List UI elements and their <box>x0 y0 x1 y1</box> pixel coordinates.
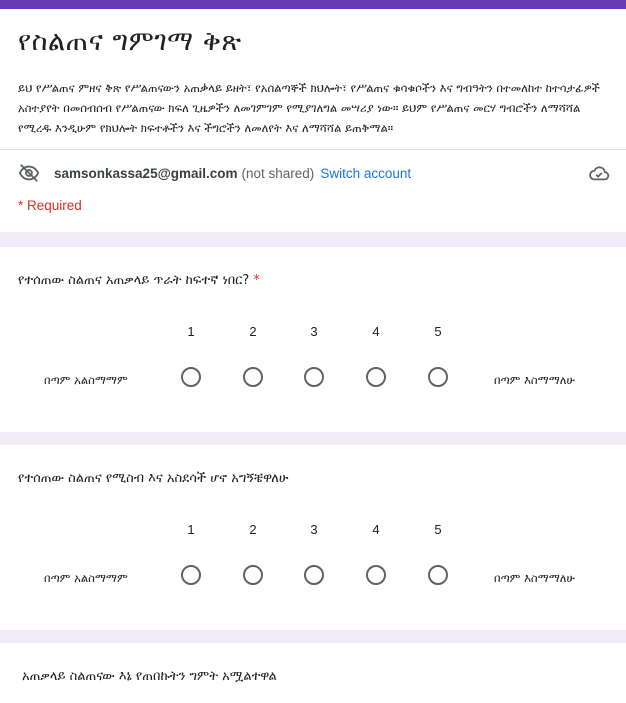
switch-account-link[interactable]: Switch account <box>320 166 411 181</box>
question-card-3: አጠቃላይ ስልጠናው እኔ የጠበኩትን ግምት አሟልተዋል <box>0 643 626 703</box>
scale-low-label: በጣም አልስማማም <box>44 373 128 387</box>
account-email: samsonkassa25@gmail.com <box>54 165 238 181</box>
scale-low-label: በጣም አልስማማም <box>44 571 128 585</box>
header-divider <box>0 149 626 150</box>
eye-off-icon <box>18 164 40 182</box>
account-row: samsonkassa25@gmail.com (not shared) Swi… <box>18 161 610 185</box>
question-title: አጠቃላይ ስልጠናው እኔ የጠበኩትን ግምት አሟልተዋል <box>22 669 277 684</box>
scale-number-3: 3 <box>310 522 318 537</box>
question-card-1: የተሰጠው ስልጠና አጠቃላይ ጥራት ከፍተኛ ነበር? * 1 2 3 4 … <box>0 247 626 432</box>
radio-option-4[interactable] <box>366 367 386 387</box>
accent-bar <box>0 0 626 9</box>
radio-option-1[interactable] <box>181 367 201 387</box>
scale-number-1: 1 <box>187 324 195 339</box>
scale-number-5: 5 <box>434 522 442 537</box>
radio-option-2[interactable] <box>243 565 263 585</box>
radio-option-5[interactable] <box>428 367 448 387</box>
radio-option-3[interactable] <box>304 367 324 387</box>
scale-number-3: 3 <box>310 324 318 339</box>
scale-number-2: 2 <box>249 324 257 339</box>
question-text: የተሰጠው ስልጠና አጠቃላይ ጥራት ከፍተኛ ነበር? <box>18 273 250 288</box>
scale-number-5: 5 <box>434 324 442 339</box>
required-asterisk: * <box>253 273 260 288</box>
radio-option-1[interactable] <box>181 565 201 585</box>
radio-option-5[interactable] <box>428 565 448 585</box>
radio-option-4[interactable] <box>366 565 386 585</box>
radio-option-3[interactable] <box>304 565 324 585</box>
scale-number-1: 1 <box>187 522 195 537</box>
form-title: የስልጠና ግምገማ ቅጽ <box>18 26 242 57</box>
question-text: የተሰጠው ስልጠና የሚስብ እና አስደሳች ሆኖ አግኝቼዋለሁ <box>18 471 289 486</box>
question-title: የተሰጠው ስልጠና አጠቃላይ ጥራት ከፍተኛ ነበር? * <box>18 273 260 288</box>
form-header-card: የስልጠና ግምገማ ቅጽ ይህ የሥልጠና ምዘና ቅጽ የሥልጠናውን አጠ… <box>0 0 626 232</box>
required-note: * Required <box>18 198 82 213</box>
question-text: አጠቃላይ ስልጠናው እኔ የጠበኩትን ግምት አሟልተዋል <box>22 669 277 684</box>
scale-number-2: 2 <box>249 522 257 537</box>
scale-high-label: በጣም እስማማለሁ <box>494 373 576 387</box>
question-card-2: የተሰጠው ስልጠና የሚስብ እና አስደሳች ሆኖ አግኝቼዋለሁ 1 2 … <box>0 445 626 630</box>
radio-option-2[interactable] <box>243 367 263 387</box>
not-shared-label: (not shared) <box>241 165 315 181</box>
scale-high-label: በጣም እስማማለሁ <box>494 571 576 585</box>
question-title: የተሰጠው ስልጠና የሚስብ እና አስደሳች ሆኖ አግኝቼዋለሁ <box>18 471 288 486</box>
form-description: ይህ የሥልጠና ምዘና ቅጽ የሥልጠናውን አጠቃላይ ይዘት፣ የአሰልጣ… <box>18 81 600 135</box>
scale-number-4: 4 <box>372 522 380 537</box>
scale-number-4: 4 <box>372 324 380 339</box>
cloud-check-icon <box>589 166 610 181</box>
